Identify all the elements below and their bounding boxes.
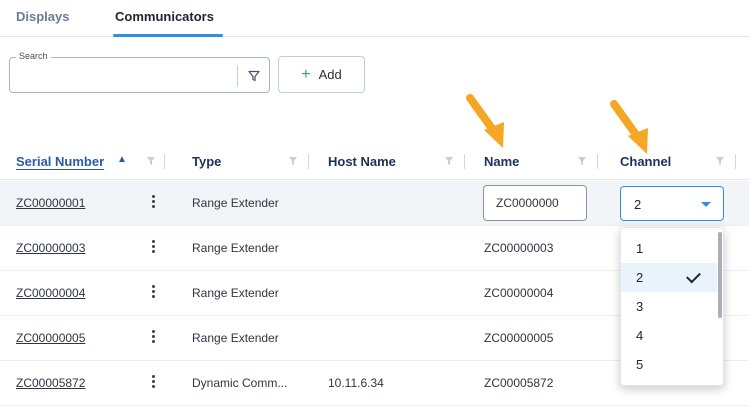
dropdown-scrollbar[interactable] [718, 232, 722, 318]
filter-icon[interactable] [146, 156, 156, 166]
arrow-pointer-icon [466, 94, 504, 148]
serial-number-link[interactable]: ZC00000004 [16, 286, 85, 300]
name-cell: ZC00005872 [484, 376, 554, 390]
filter-icon[interactable] [577, 156, 587, 166]
column-header-channel[interactable]: Channel [620, 154, 671, 169]
serial-number-link[interactable]: ZC00000003 [16, 241, 85, 255]
sort-icon[interactable]: ▲ [117, 154, 127, 165]
serial-number-link[interactable]: ZC00005872 [16, 376, 85, 390]
name-cell: ZC00000005 [484, 331, 554, 345]
channel-option-selected[interactable]: 2 [621, 263, 717, 292]
host-name-cell: 10.11.6.34 [328, 376, 384, 390]
column-header-host-name[interactable]: Host Name [328, 154, 396, 169]
table-row[interactable]: ZC00000001 Range Extender 2 [0, 181, 749, 226]
channel-option[interactable]: 5 [621, 350, 717, 379]
chevron-down-icon [701, 202, 711, 207]
type-cell: Dynamic Comm... [192, 376, 288, 390]
search-input[interactable] [20, 66, 220, 86]
channel-dropdown-menu: 1 2 3 4 5 [620, 227, 724, 386]
name-cell: ZC00000003 [484, 241, 554, 255]
column-header-name[interactable]: Name [484, 154, 519, 169]
column-separator[interactable] [735, 154, 736, 169]
channel-option-label: 2 [636, 270, 644, 285]
add-button-label: Add [318, 67, 342, 82]
plus-icon: + [301, 65, 311, 83]
channel-option[interactable]: 4 [621, 321, 717, 350]
filter-icon[interactable] [444, 156, 454, 166]
kebab-menu-icon[interactable] [148, 373, 158, 391]
table-header: Serial Number ▲ Type Host Name Name Chan… [0, 146, 749, 180]
channel-select-value: 2 [634, 197, 642, 212]
column-header-type[interactable]: Type [192, 154, 221, 169]
search-field[interactable] [9, 57, 270, 93]
channel-option[interactable]: 1 [621, 234, 717, 263]
type-cell: Range Extender [192, 286, 279, 300]
column-separator[interactable] [164, 154, 165, 169]
filter-icon[interactable] [715, 156, 725, 166]
type-cell: Range Extender [192, 241, 279, 255]
kebab-menu-icon[interactable] [148, 238, 158, 256]
filter-button[interactable] [243, 65, 265, 87]
type-cell: Range Extender [192, 331, 279, 345]
tab-displays[interactable]: Displays [16, 9, 69, 24]
kebab-menu-icon[interactable] [148, 328, 158, 346]
search-label: Search [16, 51, 51, 61]
serial-number-link[interactable]: ZC00000005 [16, 331, 85, 345]
kebab-menu-icon[interactable] [148, 193, 158, 211]
serial-number-link[interactable]: ZC00000001 [16, 196, 85, 210]
name-input[interactable] [483, 185, 587, 221]
column-separator[interactable] [308, 154, 309, 169]
column-separator[interactable] [597, 154, 598, 169]
kebab-menu-icon[interactable] [148, 283, 158, 301]
filter-icon[interactable] [288, 156, 298, 166]
tab-bar: Displays Communicators [0, 0, 749, 37]
tab-communicators[interactable]: Communicators [115, 9, 214, 24]
type-cell: Range Extender [192, 196, 279, 210]
check-icon [686, 268, 701, 284]
active-tab-indicator [113, 34, 223, 37]
add-button[interactable]: + Add [278, 56, 365, 93]
search-divider [237, 65, 238, 87]
filter-icon [248, 70, 260, 82]
channel-select[interactable]: 2 [620, 186, 724, 221]
name-cell: ZC00000004 [484, 286, 554, 300]
column-header-serial-number[interactable]: Serial Number [16, 154, 104, 169]
column-separator[interactable] [464, 154, 465, 169]
channel-option[interactable]: 3 [621, 292, 717, 321]
